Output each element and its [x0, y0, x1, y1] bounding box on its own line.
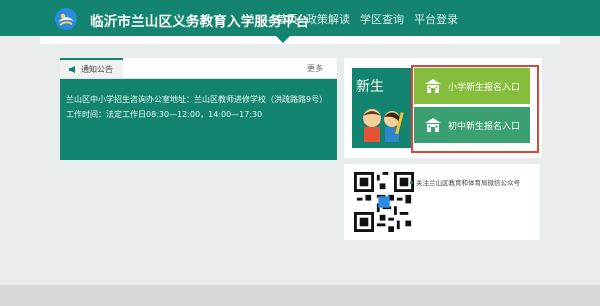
qr-caption-text: 关注兰山区教育和体育局微信公众号 — [416, 179, 520, 187]
notice-line-hours: 工作时间：法定工作日08:30—12:00，14:00—17:30 — [66, 110, 263, 119]
notice-tab[interactable]: 通知公告 — [60, 58, 123, 78]
site-logo-icon — [55, 8, 77, 30]
notice-header: 通知公告 更多 — [60, 58, 337, 79]
nav-item-platform-login[interactable]: 平台登录 — [414, 11, 458, 27]
nav-item-district-query[interactable]: 学区查询 — [360, 11, 404, 27]
primary-school-enroll-button[interactable]: 小学新生报名入口 — [414, 68, 530, 104]
notice-card: 通知公告 更多 兰山区中小学招生咨询办公室地址：兰山区教师进修学校（洪疏路路9号… — [60, 58, 337, 160]
top-header: 临沂市兰山区义务教育入学服务平台 首页 政策解读 学区查询 平台登录 — [0, 0, 600, 36]
primary-school-enroll-label: 小学新生报名入口 — [448, 82, 521, 93]
footer-band — [0, 285, 600, 306]
header-underbar — [40, 36, 560, 44]
students-illustration-icon — [363, 109, 404, 142]
notice-body: 兰山区中小学招生咨询办公室地址：兰山区教师进修学校（洪疏路路9号） 工作时间：法… — [60, 79, 337, 160]
new-student-banner: 新生 — [352, 68, 412, 148]
middle-school-enroll-button[interactable]: 初中新生报名入口 — [414, 107, 530, 143]
megaphone-icon — [69, 65, 75, 73]
middle-school-enroll-label: 初中新生报名入口 — [448, 121, 521, 132]
active-nav-indicator — [276, 36, 290, 43]
school-building-icon — [425, 79, 441, 93]
notice-line-address: 兰山区中小学招生咨询办公室地址：兰山区教师进修学校（洪疏路路9号） — [66, 95, 328, 104]
nav-item-policy[interactable]: 政策解读 — [306, 11, 350, 27]
banner-title: 新生 — [356, 79, 384, 95]
school-building-icon — [425, 118, 441, 132]
qr-caption: 关注兰山区教育和体育局微信公众号 — [410, 177, 520, 187]
bullet-dot — [410, 180, 413, 184]
qr-code-icon[interactable] — [354, 171, 414, 233]
notice-tab-label: 通知公告 — [81, 64, 113, 74]
more-link[interactable]: 更多 — [307, 63, 323, 74]
nav-item-home[interactable]: 首页 — [276, 11, 298, 27]
wechat-qr-card: 关注兰山区教育和体育局微信公众号 — [344, 164, 540, 240]
